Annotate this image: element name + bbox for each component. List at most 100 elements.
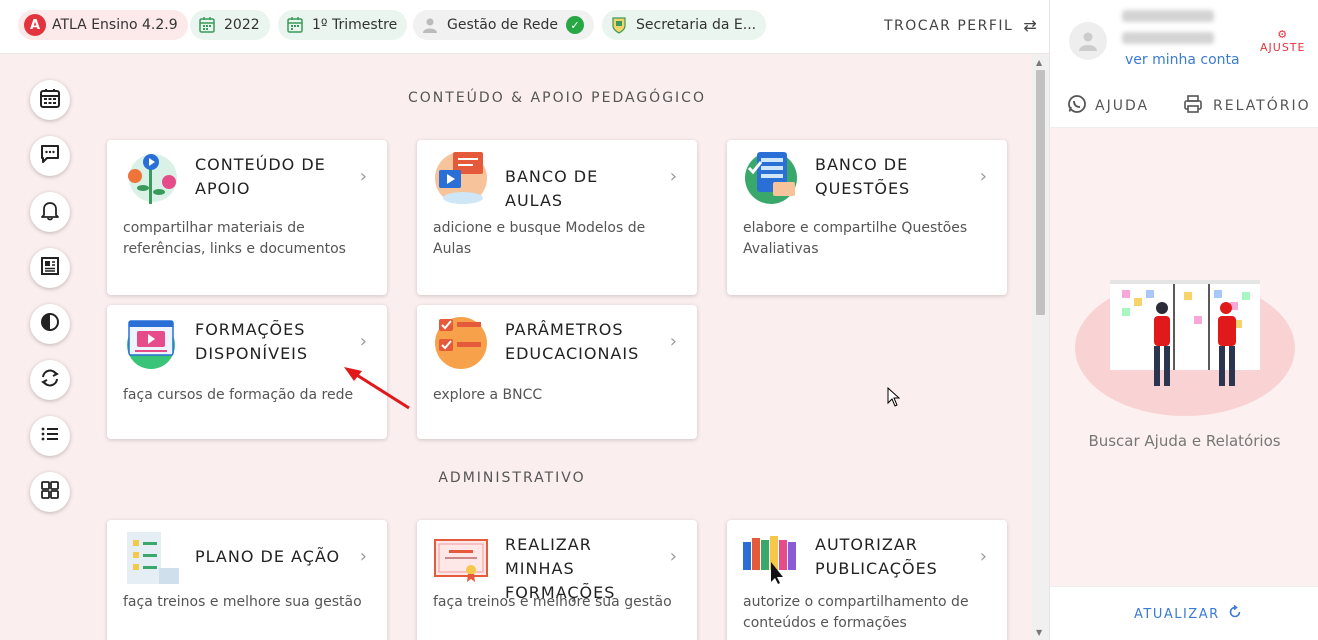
conteudo-apoio-illustration-icon	[123, 148, 179, 204]
grid-rail-button[interactable]	[30, 472, 70, 512]
sync-icon	[39, 367, 61, 393]
list-icon	[39, 423, 61, 449]
avatar[interactable]	[1069, 22, 1107, 60]
bell-icon	[39, 199, 61, 225]
chat-rail-button[interactable]	[30, 136, 70, 176]
calendar-rail-button[interactable]	[30, 80, 70, 120]
trocar-perfil-button[interactable]: TROCAR PERFIL ⇄	[884, 16, 1038, 35]
left-rail	[30, 80, 70, 528]
card-description: adicione e busque Modelos de Aulas	[433, 220, 646, 257]
card-title: PARÂMETROS EDUCACIONAIS	[505, 320, 640, 363]
atualizar-button[interactable]: ATUALIZAR	[1134, 604, 1242, 623]
calendar-icon	[196, 14, 218, 36]
ver-minha-conta-link[interactable]: ver minha conta	[1125, 52, 1240, 68]
swap-arrows-icon: ⇄	[1023, 16, 1039, 35]
section-title-administrativo: ADMINISTRATIVO	[438, 470, 586, 486]
atla-logo-icon: A	[24, 14, 46, 36]
atualizar-label: ATUALIZAR	[1134, 606, 1220, 622]
top-bar: A ATLA Ensino 4.2.9 2022 1º Trimestre Ge…	[0, 0, 1049, 54]
chevron-right-icon: ›	[359, 331, 367, 352]
card-plano-de-acao[interactable]: PLANO DE AÇÃO › faça treinos e melhore s…	[107, 520, 387, 640]
list-rail-button[interactable]	[30, 416, 70, 456]
sync-rail-button[interactable]	[30, 360, 70, 400]
secretaria-chip[interactable]: Secretaria da E...	[602, 10, 767, 40]
formacoes-illustration-icon	[123, 313, 179, 369]
card-title: BANCO DE AULAS	[505, 167, 599, 210]
certificate-illustration-icon	[433, 528, 489, 584]
grid-icon	[39, 479, 61, 505]
user-icon	[1079, 32, 1097, 51]
app-name: ATLA Ensino 4.2.9	[52, 17, 178, 33]
card-description: explore a BNCC	[433, 387, 543, 403]
card-title: PLANO DE AÇÃO	[195, 547, 341, 566]
mouse-cursor-icon	[887, 387, 901, 407]
chevron-right-icon: ›	[669, 546, 677, 567]
plano-acao-illustration-icon	[123, 528, 179, 584]
buscar-ajuda-text: Buscar Ajuda e Relatórios	[1088, 432, 1281, 450]
card-description: faça cursos de formação da rede	[123, 387, 354, 403]
help-area: Buscar Ajuda e Relatórios	[1050, 128, 1318, 586]
right-panel: ver minha conta ⚙ AJUSTE AJUDA RELATÓRIO	[1049, 0, 1318, 640]
app-version-chip[interactable]: A ATLA Ensino 4.2.9	[18, 10, 188, 40]
chevron-right-icon: ›	[359, 166, 367, 187]
notifications-rail-button[interactable]	[30, 192, 70, 232]
card-conteudo-de-apoio[interactable]: CONTEÚDO DE APOIO › compartilhar materia…	[107, 140, 387, 295]
books-illustration-icon	[743, 528, 799, 584]
card-description: faça treinos e melhore sua gestão	[123, 594, 362, 610]
newspaper-icon	[39, 255, 61, 281]
card-title: BANCO DE QUESTÕES	[815, 155, 911, 198]
card-banco-de-questoes[interactable]: BANCO DE QUESTÕES › elabore e compartilh…	[727, 140, 1007, 295]
user-name-redacted	[1122, 10, 1214, 22]
scroll-up-icon[interactable]: ▲	[1036, 58, 1042, 67]
card-description: compartilhar materiais de referências, l…	[123, 220, 346, 257]
whatsapp-icon	[1067, 94, 1087, 118]
period-label: 1º Trimestre	[312, 17, 398, 33]
secretaria-label: Secretaria da E...	[636, 17, 757, 33]
year-label: 2022	[224, 17, 260, 33]
chevron-right-icon: ›	[979, 546, 987, 567]
chevron-right-icon: ›	[669, 166, 677, 187]
printer-icon	[1183, 94, 1203, 118]
period-chip[interactable]: 1º Trimestre	[278, 10, 408, 40]
tab-ajuda[interactable]: AJUDA	[1067, 94, 1149, 118]
contrast-rail-button[interactable]	[30, 304, 70, 344]
card-title: AUTORIZAR PUBLICAÇÕES	[815, 535, 938, 578]
user-email-redacted	[1122, 32, 1214, 44]
banco-questoes-illustration-icon	[743, 148, 799, 204]
trocar-perfil-label: TROCAR PERFIL	[884, 17, 1014, 34]
main-scrollbar[interactable]: ▲ ▼	[1032, 55, 1049, 640]
right-panel-footer: ATUALIZAR	[1050, 586, 1318, 640]
tab-relatorio-label: RELATÓRIO	[1213, 98, 1311, 114]
ajuste-label: AJUSTE	[1260, 41, 1306, 54]
card-banco-de-aulas[interactable]: BANCO DE AULAS › adicione e busque Model…	[417, 140, 697, 295]
tab-relatorio[interactable]: RELATÓRIO	[1183, 94, 1311, 118]
card-autorizar-publicacoes[interactable]: AUTORIZAR PUBLICAÇÕES › autorize o compa…	[727, 520, 1007, 640]
refresh-icon	[1228, 604, 1242, 623]
scroll-down-icon[interactable]: ▼	[1036, 628, 1042, 637]
card-title: CONTEÚDO DE APOIO	[195, 155, 326, 198]
contrast-icon	[39, 311, 61, 337]
tab-ajuda-label: AJUDA	[1095, 98, 1150, 114]
gear-icon: ⚙	[1277, 28, 1289, 41]
card-description: elabore e compartilhe Questões Avaliativ…	[743, 220, 968, 257]
profile-label: Gestão de Rede	[447, 17, 559, 33]
right-tabs: AJUDA RELATÓRIO	[1050, 82, 1318, 128]
ajuste-button[interactable]: ⚙ AJUSTE	[1260, 28, 1305, 54]
card-description: faça treinos e melhore sua gestão	[433, 594, 672, 610]
banco-aulas-illustration-icon	[433, 148, 489, 204]
profile-chip[interactable]: Gestão de Rede ✓	[413, 10, 595, 40]
card-parametros-educacionais[interactable]: PARÂMETROS EDUCACIONAIS › explore a BNCC	[417, 305, 697, 439]
crest-icon	[608, 14, 630, 36]
card-description: autorize o compartilhamento de conteúdos…	[743, 594, 969, 631]
card-realizar-minhas-formacoes[interactable]: REALIZAR MINHAS FORMAÇÕES › faça treinos…	[417, 520, 697, 640]
user-icon	[419, 14, 441, 36]
news-rail-button[interactable]	[30, 248, 70, 288]
chevron-right-icon: ›	[669, 331, 677, 352]
red-arrow-annotation-icon	[344, 367, 410, 410]
scrollbar-thumb[interactable]	[1036, 70, 1045, 315]
chat-icon	[39, 143, 61, 169]
calendar-icon	[284, 14, 306, 36]
team-board-illustration-icon	[1075, 280, 1295, 416]
year-chip[interactable]: 2022	[190, 10, 270, 40]
chevron-right-icon: ›	[359, 546, 367, 567]
